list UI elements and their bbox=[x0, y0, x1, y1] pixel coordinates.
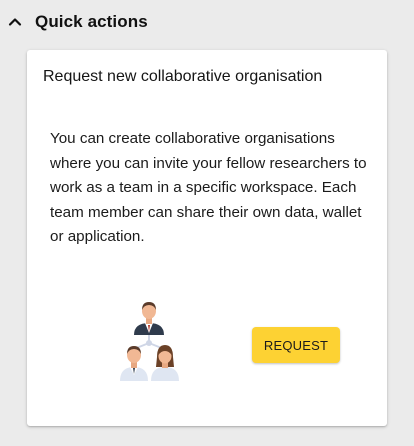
request-organisation-card: Request new collaborative organisation Y… bbox=[27, 50, 387, 426]
quick-actions-header[interactable]: Quick actions bbox=[0, 0, 414, 44]
card-description: You can create collaborative organisatio… bbox=[50, 130, 367, 245]
team-hierarchy-icon bbox=[112, 299, 186, 383]
section-title: Quick actions bbox=[35, 12, 148, 31]
card-title: Request new collaborative organisation bbox=[43, 68, 323, 85]
chevron-up-icon[interactable] bbox=[7, 14, 23, 30]
request-button[interactable]: REQUEST bbox=[252, 327, 340, 363]
